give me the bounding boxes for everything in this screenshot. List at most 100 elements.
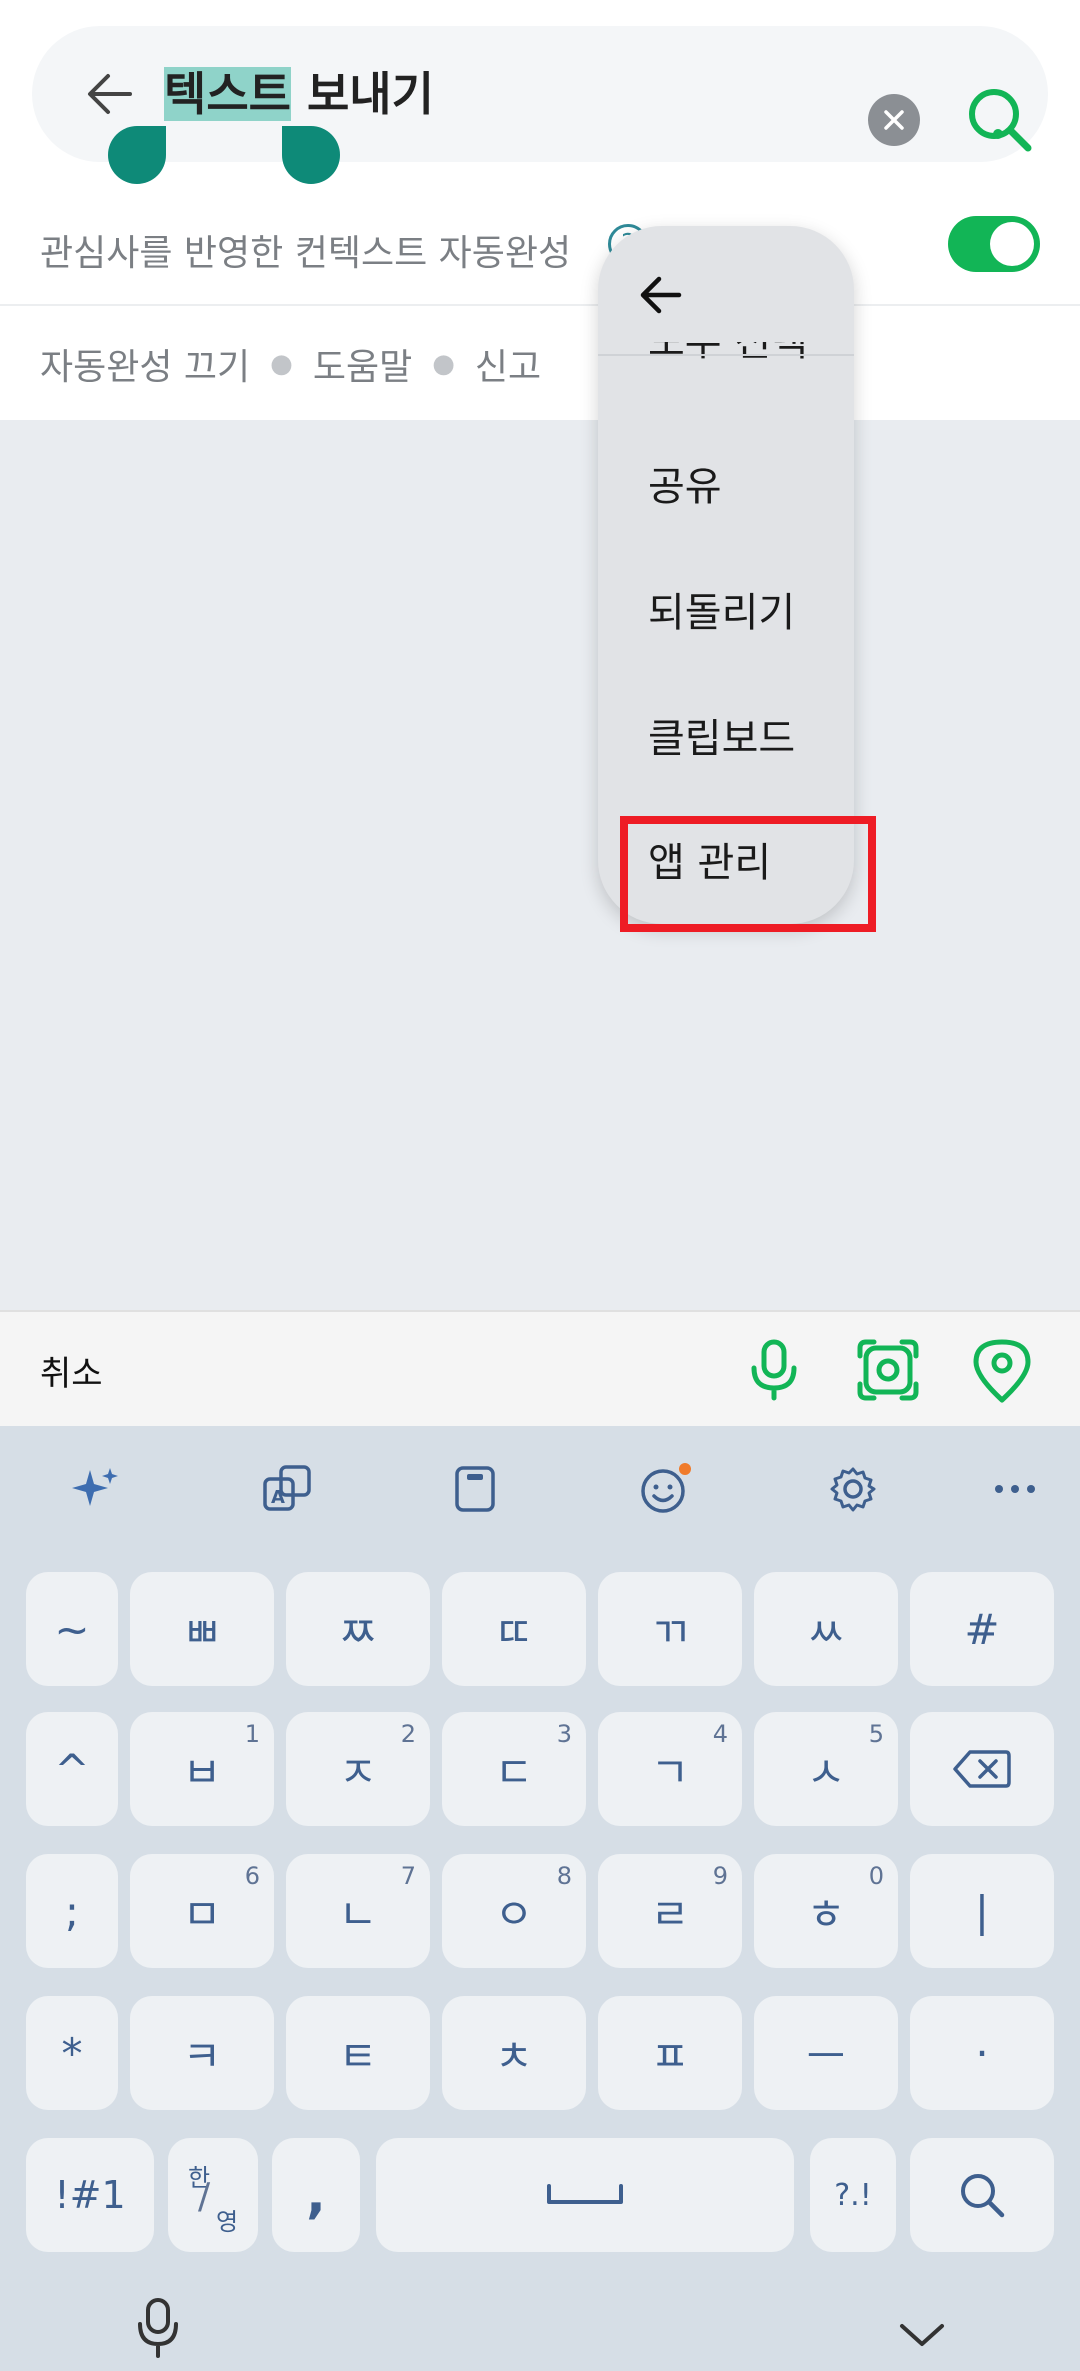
key-label: ?.! <box>834 2177 872 2213</box>
key-caret[interactable]: ^ <box>26 1712 118 1826</box>
location-icon[interactable] <box>968 1336 1036 1404</box>
key-punctuation[interactable]: ?.! <box>810 2138 896 2252</box>
key-comma[interactable]: , <box>272 2138 360 2252</box>
key-bieup[interactable]: ㅂ1 <box>130 1712 274 1826</box>
key-label: ㅍ <box>650 2031 690 2081</box>
search-header: 텍스트 보내기 관심사를 반영한 컨텍스트 자동완성 ? 자동완성 끄기 ● 도… <box>0 0 1080 420</box>
voice-input-icon[interactable] <box>134 2290 182 2371</box>
key-rieul[interactable]: ㄹ9 <box>598 1854 742 1968</box>
hide-keyboard-icon[interactable] <box>898 2320 946 2350</box>
key-number-hint: 5 <box>868 1720 884 1748</box>
key-search[interactable] <box>910 2138 1054 2252</box>
help-link[interactable]: 도움말 <box>313 338 412 390</box>
settings-button[interactable] <box>820 1456 886 1522</box>
key-label: ^ <box>54 1744 90 1794</box>
gear-icon <box>830 1467 876 1512</box>
clipboard-icon <box>455 1466 495 1512</box>
microphone-icon[interactable] <box>740 1336 808 1404</box>
search-input[interactable]: 텍스트 보내기 <box>164 62 434 126</box>
key-number-hint: 2 <box>400 1720 416 1748</box>
key-hash[interactable]: # <box>910 1572 1054 1686</box>
separator-dot: ● <box>432 349 455 379</box>
arrow-left-icon <box>88 74 132 114</box>
key-number-hint: 0 <box>868 1862 884 1890</box>
key-label: , <box>306 2165 326 2225</box>
key-jieut[interactable]: ㅈ2 <box>286 1712 430 1826</box>
key-language-switch[interactable]: 한 / 영 <box>168 2138 258 2252</box>
cancel-button[interactable]: 취소 <box>40 1346 103 1395</box>
key-label: ㅇ <box>494 1889 534 1939</box>
key-backspace[interactable] <box>910 1712 1054 1826</box>
key-semicolon[interactable]: ; <box>26 1854 118 1968</box>
key-mieum[interactable]: ㅁ6 <box>130 1854 274 1968</box>
autocomplete-toggle[interactable] <box>948 216 1040 272</box>
clipboard-button[interactable] <box>442 1456 508 1522</box>
key-symbols[interactable]: !#1 <box>26 2138 154 2252</box>
key-pipe[interactable]: | <box>910 1854 1054 1968</box>
search-bar[interactable]: 텍스트 보내기 <box>32 26 1048 162</box>
highlight-box <box>620 816 876 932</box>
key-label: ~ <box>54 1604 90 1654</box>
key-hieut[interactable]: ㅎ0 <box>754 1854 898 1968</box>
report-link[interactable]: 신고 <box>475 338 541 390</box>
key-label: ㅁ <box>182 1889 222 1939</box>
key-ssangsiot[interactable]: ㅆ <box>754 1572 898 1686</box>
key-label: ; <box>64 1886 80 1936</box>
key-ssangjieut[interactable]: ㅉ <box>286 1572 430 1686</box>
menu-back-button[interactable] <box>628 262 694 328</box>
key-label: ㄴ <box>338 1889 378 1939</box>
space-icon <box>547 2184 623 2204</box>
key-middle-dot[interactable]: · <box>910 1996 1054 2110</box>
key-nieun[interactable]: ㄴ7 <box>286 1854 430 1968</box>
key-number-hint: 3 <box>556 1720 572 1748</box>
selected-text: 텍스트 <box>164 67 291 121</box>
more-button[interactable] <box>982 1456 1048 1522</box>
key-asterisk[interactable]: * <box>26 1996 118 2110</box>
key-label: ㅅ <box>806 1747 846 1797</box>
key-label: * <box>61 2028 83 2078</box>
menu-item-undo[interactable]: 되돌리기 <box>648 580 795 638</box>
menu-item-select-all[interactable]: 모두 선택 <box>648 342 808 364</box>
menu-item-share[interactable]: 공유 <box>648 454 722 512</box>
key-tilde[interactable]: ~ <box>26 1572 118 1686</box>
svg-text:A: A <box>271 1487 285 1508</box>
back-button[interactable] <box>70 54 150 134</box>
key-tieut[interactable]: ㅌ <box>286 1996 430 2110</box>
turn-off-autocomplete-link[interactable]: 자동완성 끄기 <box>40 338 250 390</box>
close-icon <box>884 110 904 130</box>
autocomplete-row: 관심사를 반영한 컨텍스트 자동완성 ? <box>0 200 1080 306</box>
selection-handle-start[interactable] <box>108 126 166 184</box>
key-label: ㅉ <box>338 1607 378 1657</box>
key-giyeok[interactable]: ㄱ4 <box>598 1712 742 1826</box>
key-label: ㄱ <box>650 1747 690 1797</box>
ai-sparkle-button[interactable] <box>62 1456 128 1522</box>
key-space[interactable] <box>376 2138 794 2252</box>
clear-button[interactable] <box>868 94 920 146</box>
key-chieut[interactable]: ㅊ <box>442 1996 586 2110</box>
emoji-icon <box>641 1463 691 1513</box>
key-label: ㄹ <box>650 1889 690 1939</box>
key-siot[interactable]: ㅅ5 <box>754 1712 898 1826</box>
key-label: # <box>964 1604 1000 1654</box>
autocomplete-label: 관심사를 반영한 컨텍스트 자동완성 <box>40 233 572 274</box>
key-label: · <box>975 2028 989 2078</box>
menu-item-clipboard[interactable]: 클립보드 <box>648 706 795 764</box>
search-button[interactable] <box>962 82 1038 158</box>
key-eu[interactable]: ㅡ <box>754 1996 898 2110</box>
key-number-hint: 1 <box>244 1720 260 1748</box>
translate-button[interactable]: A <box>254 1456 320 1522</box>
camera-search-icon[interactable] <box>854 1336 922 1404</box>
key-kieuk[interactable]: ㅋ <box>130 1996 274 2110</box>
key-label: !#1 <box>54 2173 126 2217</box>
separator-dot: ● <box>270 349 293 379</box>
key-ssangdigeut[interactable]: ㄸ <box>442 1572 586 1686</box>
emoji-button[interactable] <box>632 1456 698 1522</box>
more-dots-icon <box>995 1485 1035 1493</box>
key-ieung[interactable]: ㅇ8 <box>442 1854 586 1968</box>
key-pieup[interactable]: ㅍ <box>598 1996 742 2110</box>
selection-handle-end[interactable] <box>282 126 340 184</box>
key-number-hint: 8 <box>556 1862 572 1890</box>
key-ssangbieup[interactable]: ㅃ <box>130 1572 274 1686</box>
key-ssanggiyeok[interactable]: ㄲ <box>598 1572 742 1686</box>
key-digeut[interactable]: ㄷ3 <box>442 1712 586 1826</box>
